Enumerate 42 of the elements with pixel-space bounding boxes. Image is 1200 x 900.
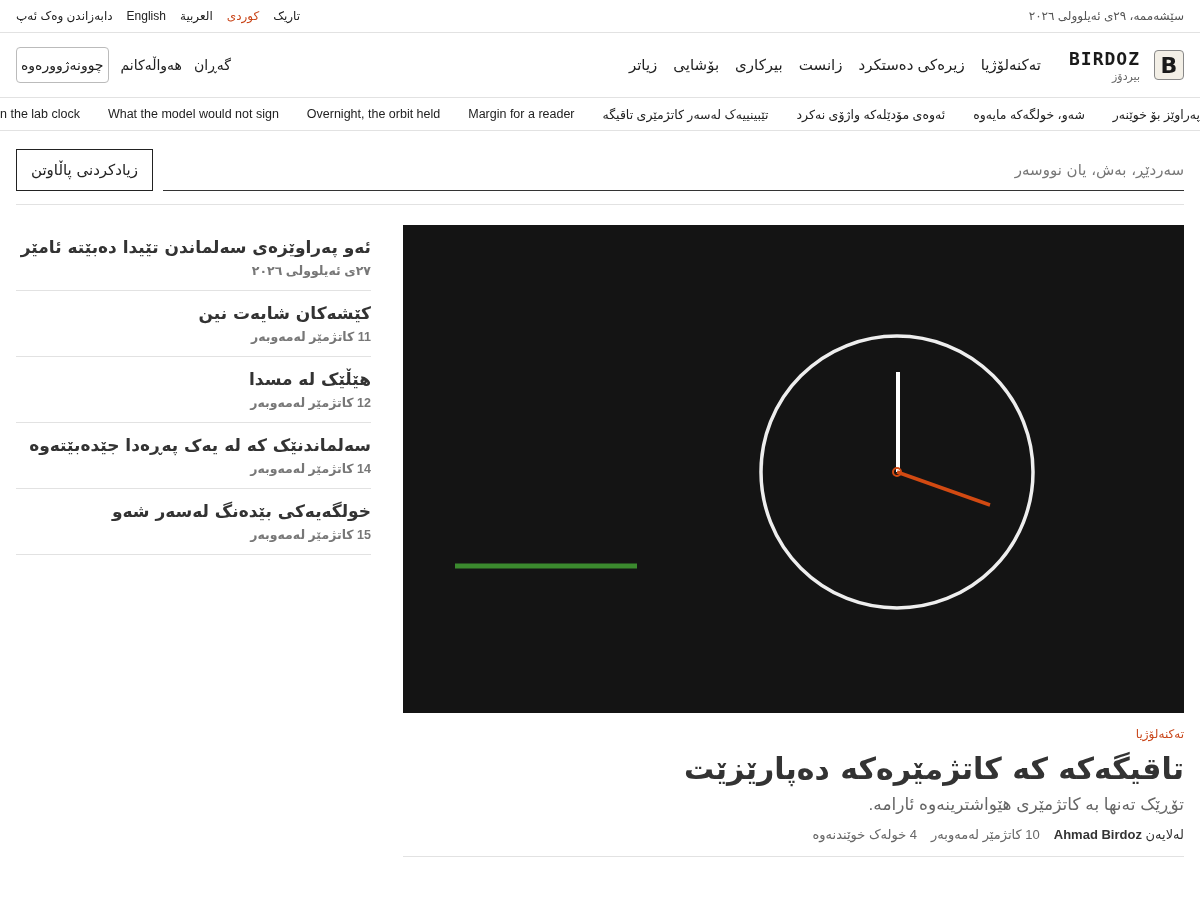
story-title[interactable]: خولگەیەکی بێدەنگ لەسەر شەو	[16, 501, 371, 521]
filter-button[interactable]: زیادکردنی پاڵاوتن	[16, 149, 153, 191]
story-title[interactable]: ئەو پەراوێزەی سەلماندن تێیدا دەبێتە ئامێر	[16, 237, 371, 257]
ticker-link[interactable]: ئەوەی مۆدێلەکە واژۆی نەکرد	[796, 106, 946, 122]
nav-link[interactable]: زانست	[798, 56, 843, 74]
language-link[interactable]: کوردی	[226, 9, 260, 23]
category-label[interactable]: تەکنەلۆژیا	[403, 727, 1184, 741]
ticker-link[interactable]: شەو، خولگەکە مایەوە	[973, 106, 1085, 122]
nav-link[interactable]: تەکنەلۆژیا	[980, 56, 1041, 74]
nav-link[interactable]: بیرکاری	[735, 56, 783, 74]
article-title[interactable]: تاقیگەکە کە کاتژمێرەکە دەپارێزێت	[403, 751, 1184, 786]
logo-mark[interactable]: B	[1154, 50, 1184, 80]
ticker-link[interactable]: n the lab clock	[0, 107, 80, 121]
nav-link[interactable]: بۆشایی	[673, 56, 720, 74]
language-link[interactable]: العربية	[179, 9, 213, 23]
time-text: 10 کاتژمێر لەمەوبەر	[931, 827, 1040, 842]
nav-link[interactable]: زیاتر	[628, 56, 658, 74]
time-text: 15 کاتژمێر لەمەوبەر	[248, 527, 371, 542]
logo-name[interactable]: BIRDOZ	[1068, 48, 1140, 69]
ticker-link[interactable]: Margin for a reader	[468, 107, 575, 121]
nav-link[interactable]: زیرەکی دەستکرد	[858, 56, 965, 74]
ticker-link[interactable]: Overnight, the orbit held	[306, 107, 441, 121]
my-news-link[interactable]: هەواڵەکانم	[120, 57, 182, 73]
search-link[interactable]: گەڕان	[194, 57, 231, 73]
read-time-text: 4 خولەک خوێندنەوە	[812, 827, 918, 842]
article-summary: تۆڕێک تەنها بە کاتژمێری هێواشترینەوە ئارامە.	[867, 794, 1184, 815]
time-text: 14 کاتژمێر لەمەوبەر	[248, 461, 371, 476]
time-text: ٢٧ی ئەیلوولی ٢٠٢٦	[250, 263, 371, 278]
story-title[interactable]: کێشەکان شایەت نین	[16, 303, 371, 323]
time-text: 12 کاتژمێر لەمەوبەر	[248, 395, 371, 410]
ticker-link[interactable]: تێبینییەک لەسەر کاتژمێری تاقیگە	[602, 106, 769, 122]
date-text: سێشەممە، ٢٩ی ئەیلوولی ٢٠٢٦	[1028, 9, 1184, 23]
story-title[interactable]: سەلماندنێک کە لە یەک پەڕەدا جێدەبێتەوە	[16, 435, 371, 455]
time-text: 11 کاتژمێر لەمەوبەر	[249, 329, 371, 344]
install-link[interactable]: دابەزاندن وەک ئەپ	[16, 9, 113, 23]
ticker-link[interactable]: پەراوێز بۆ خوێنەر	[1112, 106, 1200, 122]
logo-subtitle: بیردۆز	[1112, 71, 1140, 82]
language-link[interactable]: English	[126, 9, 166, 23]
story-title[interactable]: هێڵێک لە مسدا	[16, 369, 371, 389]
login-button[interactable]: چوونەژوورەوە	[16, 47, 109, 83]
theme-toggle[interactable]: تاریک	[273, 9, 301, 23]
ticker-link[interactable]: What the model would not sign	[107, 107, 279, 121]
